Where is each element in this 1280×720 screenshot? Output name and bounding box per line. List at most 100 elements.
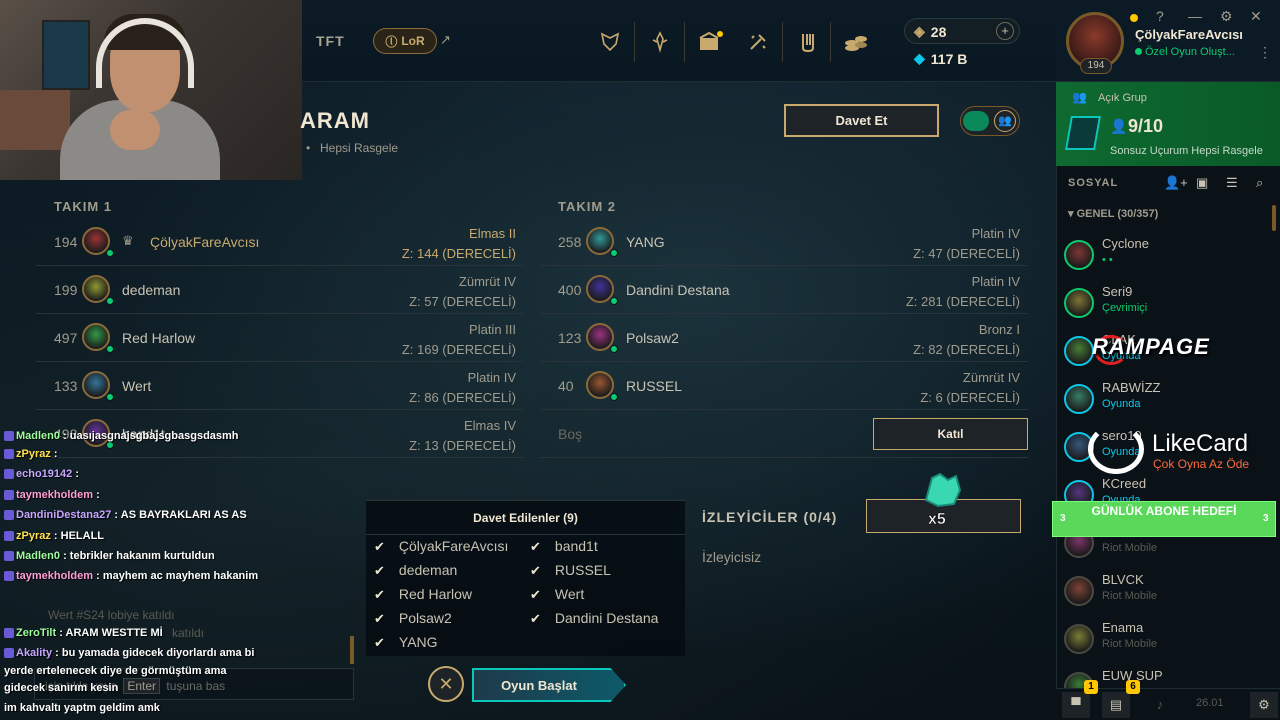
invited-name: band1t	[554, 538, 598, 554]
more-options-icon[interactable]: ⋮	[1258, 44, 1272, 61]
player-level: 194	[54, 234, 78, 250]
crown-icon: ♛	[122, 233, 134, 248]
user-icon: 👤	[1110, 118, 1128, 134]
settings-icon[interactable]: ⚙	[1250, 692, 1278, 718]
chat-colon: :	[52, 647, 62, 659]
invited-player: ✔ Red Harlow	[374, 586, 472, 603]
open-party-toggle[interactable]: 👥	[960, 106, 1020, 136]
sub-badge-icon	[4, 490, 14, 501]
online-status-dot	[610, 345, 618, 353]
friend-item[interactable]: Enama Riot Mobile	[1056, 614, 1270, 662]
start-game-button[interactable]: Oyun Başlat	[472, 668, 626, 702]
chat-message: Akality : bu yamada gidecek diyorlardı a…	[4, 647, 254, 659]
external-link-icon: ↗	[440, 32, 451, 47]
chat-colon: :	[93, 570, 103, 582]
chat-message: zPyraz :	[4, 448, 58, 460]
chat-badge: 1	[1084, 680, 1098, 694]
party-user-icon: 👥	[994, 110, 1016, 132]
add-folder-icon[interactable]: ▣	[1196, 175, 1208, 191]
store-icon[interactable]	[842, 28, 870, 56]
worlds-icon[interactable]	[596, 28, 624, 56]
chat-username: ZeroTilt	[16, 627, 57, 639]
player-rank: Elmas IV Z: 13 (DERECELİ)	[409, 416, 516, 456]
chat-text: im kahvaltı yaptm geldim amk	[4, 702, 160, 714]
friend-status: • •	[1102, 254, 1113, 266]
crafting-icon[interactable]	[744, 28, 772, 56]
loot-icon[interactable]	[696, 28, 724, 56]
player-row[interactable]: 40 RUSSEL Zümrüt IV Z: 6 (DERECELİ)	[540, 362, 1028, 410]
player-score: Z: 6 (DERECELİ)	[920, 390, 1020, 405]
check-icon: ✔	[530, 587, 541, 602]
player-row[interactable]: 133 Wert Platin IV Z: 86 (DERECELİ)	[36, 362, 524, 410]
friend-avatar	[1064, 624, 1094, 654]
social-scrollbar[interactable]	[1272, 205, 1276, 231]
player-row[interactable]: 497 Red Harlow Platin III Z: 169 (DERECELİ)	[36, 314, 524, 362]
likecard-overlay: LikeCard	[1152, 430, 1249, 457]
join-team-button[interactable]: Katıl	[873, 418, 1028, 450]
player-row[interactable]: 194 ♛ ÇölyakFareAvcısı Elmas II Z: 144 (DERE…	[36, 218, 524, 266]
chat-username: taymekholdem	[16, 570, 94, 582]
player-rank: Platin IV Z: 281 (DERECELİ)	[906, 272, 1020, 312]
friend-avatar	[1064, 384, 1094, 414]
group-mode: Sonsuz Uçurum Hepsi Rasgele	[1110, 145, 1263, 157]
friends-group-header[interactable]: ▾ GENEL (30/357)	[1068, 207, 1158, 220]
chat-message: ZeroTilt : ARAM WESTTE Mİ	[4, 627, 163, 639]
chat-username: echo19142	[16, 468, 73, 480]
friend-avatar	[1064, 576, 1094, 606]
game-mode-icon	[1065, 116, 1101, 150]
add-friend-icon[interactable]: 👤+	[1164, 175, 1188, 191]
player-level: 400	[558, 282, 582, 298]
player-row[interactable]: 123 Polsaw2 Bronz I Z: 82 (DERECELİ)	[540, 314, 1028, 362]
player-row[interactable]: 258 YANG Platin IV Z: 47 (DERECELİ)	[540, 218, 1028, 266]
player-score: Z: 86 (DERECELİ)	[409, 390, 516, 405]
be-value: 117 B	[930, 50, 968, 67]
sub-badge-icon	[4, 510, 14, 521]
voice-icon[interactable]: ♪	[1146, 692, 1174, 718]
invite-button[interactable]: Davet Et	[784, 104, 939, 137]
player-row[interactable]: 199 dedeman Zümrüt IV Z: 57 (DERECELİ)	[36, 266, 524, 314]
chat-scrollbar[interactable]	[350, 636, 354, 664]
nav-tft[interactable]: TFT	[316, 33, 345, 49]
chat-username: zPyraz	[16, 448, 51, 460]
buy-rp-button[interactable]: +	[996, 22, 1014, 40]
collection-icon[interactable]	[794, 28, 822, 56]
invited-player: ✔ Wert	[530, 586, 584, 603]
missions-icon[interactable]: ▤	[1102, 692, 1130, 718]
system-message: Wert #S24 lobiye katıldı	[48, 608, 175, 622]
friend-name: Enama	[1102, 620, 1144, 635]
gear-icon[interactable]: ⚙	[1220, 8, 1233, 25]
online-status-dot	[106, 249, 114, 257]
close-icon[interactable]: ✕	[1250, 8, 1262, 25]
chat-icon[interactable]: ▀	[1062, 692, 1090, 718]
player-score: Z: 82 (DERECELİ)	[913, 342, 1020, 357]
clash-icon[interactable]	[646, 28, 674, 56]
friend-item[interactable]: Seri9 Çevrimiçi	[1056, 278, 1270, 326]
sub-badge-icon	[4, 449, 14, 460]
check-icon: ✔	[374, 563, 385, 578]
webcam-monitor	[42, 20, 90, 90]
chat-message: zPyraz : HELALL	[4, 530, 104, 542]
check-icon: ✔	[374, 635, 385, 650]
chat-colon: :	[111, 509, 121, 521]
group-people-icon: 👥	[1072, 90, 1087, 104]
status-dot	[1135, 48, 1142, 55]
profile-status[interactable]: Özel Oyun Oluşt...	[1135, 46, 1235, 58]
nav-divider	[782, 22, 783, 62]
invited-name: Polsaw2	[398, 610, 452, 626]
emote-count: x5	[928, 511, 946, 528]
player-rank: Elmas II Z: 144 (DERECELİ)	[402, 224, 516, 264]
help-icon[interactable]: ?	[1156, 8, 1164, 24]
player-row[interactable]: 400 Dandini Destana Platin IV Z: 281 (DEREC…	[540, 266, 1028, 314]
list-icon[interactable]: ☰	[1226, 175, 1238, 191]
friend-item[interactable]: BLVCK Riot Mobile	[1056, 566, 1270, 614]
sub-badge-icon	[4, 628, 14, 639]
chat-text: AS BAYRAKLARI AS AS	[120, 509, 247, 521]
leave-lobby-button[interactable]: ✕	[428, 666, 464, 702]
chat-text: yerde ertelenecek diye de görmüştüm ama	[4, 665, 227, 677]
search-icon[interactable]: ⌕	[1256, 175, 1263, 191]
online-status-dot	[610, 393, 618, 401]
friend-item[interactable]: Cyclone • •	[1056, 230, 1270, 278]
nav-lor-button[interactable]: ⓛ LoR	[373, 28, 437, 54]
minimize-icon[interactable]: —	[1188, 8, 1202, 24]
friend-item[interactable]: RABWİZZ Oyunda	[1056, 374, 1270, 422]
